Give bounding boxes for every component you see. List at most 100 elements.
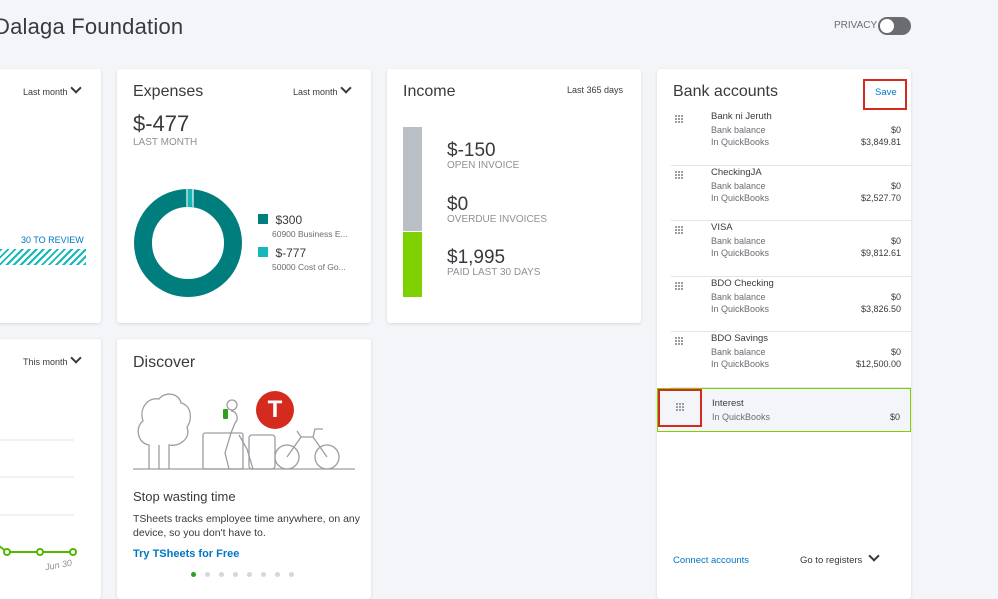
bank-balance-value: $0 bbox=[891, 125, 901, 135]
toggle-knob bbox=[880, 19, 894, 33]
expenses-total-label: LAST MONTH bbox=[133, 137, 197, 148]
drag-handle-icon[interactable] bbox=[675, 171, 685, 181]
expenses-card: Expenses Last month $-477 LAST MONTH $30… bbox=[117, 69, 371, 323]
legend-item[interactable]: $-777 50000 Cost of Go... bbox=[258, 244, 346, 272]
bank-balance-value: $0 bbox=[891, 292, 901, 302]
tsheets-illustration bbox=[131, 387, 357, 475]
overdue-label: OVERDUE INVOICES bbox=[447, 214, 547, 225]
discover-headline: Stop wasting time bbox=[133, 489, 236, 504]
data-point bbox=[4, 549, 10, 555]
legend-item[interactable]: $300 60900 Business E... bbox=[258, 211, 348, 239]
discover-body: TSheets tracks employee time anywhere, o… bbox=[133, 512, 361, 540]
carousel-dot[interactable] bbox=[289, 572, 294, 577]
review-link[interactable]: 30 TO REVIEW bbox=[21, 235, 84, 245]
legend-desc: 60900 Business E... bbox=[272, 229, 348, 239]
drag-handle-icon[interactable] bbox=[675, 282, 685, 292]
in-quickbooks-value: $9,812.61 bbox=[861, 248, 901, 258]
tsheets-logo-icon: T bbox=[256, 391, 294, 429]
drag-handle-icon[interactable] bbox=[675, 337, 685, 347]
chevron-down-icon bbox=[869, 550, 880, 561]
period-label: Last month bbox=[23, 87, 68, 97]
period-dropdown[interactable]: Last month bbox=[23, 87, 80, 97]
line-chart bbox=[0, 339, 101, 589]
carousel-dot[interactable] bbox=[261, 572, 266, 577]
in-quickbooks-label: In QuickBooks bbox=[711, 248, 769, 258]
in-quickbooks-value: $3,826.50 bbox=[861, 304, 901, 314]
left-card-bottom: This month Jun 30 bbox=[0, 339, 101, 599]
period-label: Last month bbox=[293, 87, 338, 97]
left-card-top: Last month 30 TO REVIEW bbox=[0, 69, 101, 323]
account-name: Interest bbox=[712, 398, 744, 409]
donut-slice-business bbox=[143, 198, 233, 288]
in-quickbooks-value: $2,527.70 bbox=[861, 193, 901, 203]
registers-label: Go to registers bbox=[800, 555, 862, 566]
tree-outline bbox=[138, 394, 190, 469]
open-invoice-value: $-150 bbox=[447, 140, 496, 162]
bank-account-row[interactable]: CheckingJA Bank balance $0 In QuickBooks $2,… bbox=[671, 165, 911, 222]
bank-balance-label: Bank balance bbox=[711, 347, 766, 357]
drag-handle-icon[interactable] bbox=[675, 226, 685, 236]
carousel-dot[interactable] bbox=[205, 572, 210, 577]
bank-account-row[interactable]: Bank ni JeruthBank balance$0In QuickBook… bbox=[671, 109, 911, 166]
account-name: CheckingJA bbox=[711, 167, 762, 178]
account-name: Bank ni Jeruth bbox=[711, 111, 772, 122]
overdue-value: $0 bbox=[447, 194, 468, 216]
in-quickbooks-label: In QuickBooks bbox=[711, 359, 769, 369]
open-invoice-label: OPEN INVOICE bbox=[447, 160, 519, 171]
paid-value: $1,995 bbox=[447, 247, 505, 269]
bank-balance-value: $0 bbox=[891, 181, 901, 191]
period-dropdown[interactable]: Last month bbox=[293, 87, 350, 97]
chevron-down-icon bbox=[70, 82, 81, 93]
legend-value: $-777 bbox=[275, 246, 306, 260]
in-quickbooks-label: In QuickBooks bbox=[712, 412, 770, 422]
carousel-dots bbox=[117, 570, 371, 580]
desk bbox=[203, 433, 243, 469]
income-card: Income Last 365 days $-150 OPEN INVOICE … bbox=[387, 69, 641, 323]
bank-balance-value: $0 bbox=[891, 236, 901, 246]
expenses-donut-chart[interactable] bbox=[133, 188, 243, 298]
card-title: Expenses bbox=[133, 83, 203, 101]
account-name: VISA bbox=[711, 222, 733, 233]
carousel-dot[interactable] bbox=[275, 572, 280, 577]
in-quickbooks-label: In QuickBooks bbox=[711, 193, 769, 203]
in-quickbooks-value: $12,500.00 bbox=[856, 359, 901, 369]
in-quickbooks-value: $3,849.81 bbox=[861, 137, 901, 147]
trend-line bbox=[0, 539, 73, 552]
data-point bbox=[37, 549, 43, 555]
in-quickbooks-label: In QuickBooks bbox=[711, 304, 769, 314]
company-name: Dalaga Foundation bbox=[0, 14, 183, 40]
bank-account-row[interactable]: BDO Savings Bank balance $0 In QuickBooks $1… bbox=[671, 331, 911, 388]
account-name: BDO Savings bbox=[711, 333, 768, 344]
phone-icon bbox=[223, 409, 228, 419]
legend-swatch bbox=[258, 214, 268, 224]
paid-label: PAID LAST 30 DAYS bbox=[447, 267, 540, 278]
carousel-dot[interactable] bbox=[247, 572, 252, 577]
data-point bbox=[70, 549, 76, 555]
privacy-toggle[interactable] bbox=[878, 17, 911, 35]
carousel-dot[interactable] bbox=[219, 572, 224, 577]
connect-accounts-link[interactable]: Connect accounts bbox=[673, 555, 749, 566]
bank-account-row[interactable]: VISA Bank balance $0 In QuickBooks $9,812.61 bbox=[671, 220, 911, 277]
paid-bar[interactable] bbox=[403, 232, 422, 297]
bank-account-row[interactable]: BDO CheckingBank balance$0In QuickBooks$… bbox=[671, 276, 911, 333]
bank-balance-label: Bank balance bbox=[711, 125, 766, 135]
legend-desc: 50000 Cost of Go... bbox=[272, 262, 346, 272]
carousel-dot[interactable] bbox=[191, 572, 196, 577]
drag-handle-icon[interactable] bbox=[675, 115, 685, 125]
in-quickbooks-value: $0 bbox=[890, 412, 900, 422]
card-title: Income bbox=[403, 83, 455, 101]
open-invoice-bar[interactable] bbox=[403, 127, 422, 231]
bank-balance-label: Bank balance bbox=[711, 181, 766, 191]
try-tsheets-link[interactable]: Try TSheets for Free bbox=[133, 548, 239, 560]
card-title: Bank accounts bbox=[673, 83, 778, 101]
bank-balance-label: Bank balance bbox=[711, 236, 766, 246]
go-to-registers-dropdown[interactable]: Go to registers bbox=[800, 555, 878, 566]
save-button[interactable]: Save bbox=[875, 87, 897, 98]
bank-balance-value: $0 bbox=[891, 347, 901, 357]
bank-accounts-card: Bank accounts Save Bank ni Jeruth Bank ba… bbox=[657, 69, 911, 599]
chevron-down-icon bbox=[340, 82, 351, 93]
carousel-dot[interactable] bbox=[233, 572, 238, 577]
discover-card: Discover T Stop wasting time TSheets tra… bbox=[117, 339, 371, 599]
legend-swatch bbox=[258, 247, 268, 257]
bank-balance-label: Bank balance bbox=[711, 292, 766, 302]
